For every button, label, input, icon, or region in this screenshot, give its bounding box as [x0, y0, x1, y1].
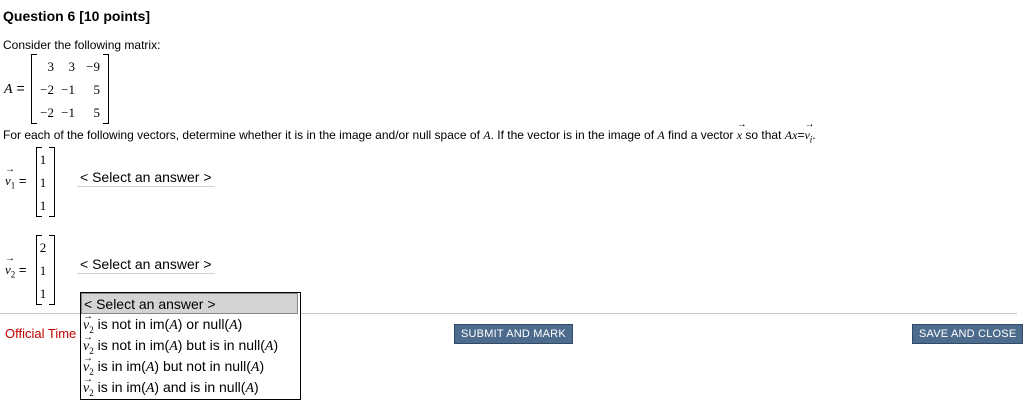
instructions-math: A [483, 128, 491, 142]
vector-equals: = [18, 173, 27, 188]
dropdown-option[interactable]: v2 is not in im(A) but is in null(A) [81, 327, 300, 356]
matrix-cell: −2 [40, 82, 54, 97]
option-text: ) [237, 316, 243, 332]
instructions-text: so that [742, 128, 785, 142]
matrix-cell: −1 [61, 105, 75, 120]
option-text: ) or null( [177, 316, 230, 332]
dropdown-option[interactable]: v2 is in im(A) but not in null(A) [81, 348, 300, 377]
matrix-right-bracket [103, 54, 109, 124]
option-text: is in im( [93, 358, 146, 374]
vector-cell: 1 [39, 286, 47, 301]
vector-v1-label: v1 = [5, 164, 27, 191]
instructions-text: . If the vector is in the image of [490, 128, 658, 142]
option-text: ) [254, 379, 259, 395]
instructions-equals: = [797, 128, 805, 142]
instructions-text: find a vector [664, 128, 737, 142]
vector-subscript: 1 [10, 180, 16, 191]
option-text: is not in im( [93, 316, 170, 332]
vector-right-bracket [49, 235, 55, 305]
option-text: ) and is in null( [154, 379, 246, 395]
matrix-cell: 5 [93, 105, 101, 120]
matrix-equals: = [16, 80, 25, 96]
vector-right-bracket [49, 147, 55, 217]
official-time-link[interactable]: Official Time [5, 326, 76, 341]
matrix-label: A = [4, 80, 25, 98]
option-text: ) [259, 358, 265, 374]
option-math: A [229, 318, 238, 333]
matrix-cell: 3 [47, 59, 55, 74]
option-text: is not in im( [93, 337, 170, 353]
vector-cell: 2 [39, 240, 47, 255]
answer-dropdown-list: < Select an answer > v2 is not in im(A) … [80, 292, 301, 400]
question-title: Question 6 [10 points] [3, 8, 151, 24]
dropdown-option[interactable]: v2 is not in im(A) or null(A) [81, 306, 300, 335]
vector-cell: 1 [39, 263, 47, 278]
matrix-symbol: A [4, 82, 13, 97]
option-vector: v [83, 369, 93, 399]
vector-cell: 1 [39, 152, 47, 167]
option-text: ) but not in null( [154, 358, 251, 374]
option-text: ) but is in null( [177, 337, 265, 353]
instructions-math: Ax [784, 128, 798, 142]
instructions-text: For each of the following vectors, deter… [3, 128, 484, 142]
instructions-math: A [657, 128, 665, 142]
vector-cell: 1 [39, 198, 47, 213]
option-math: A [245, 381, 255, 396]
matrix-cell: 3 [68, 59, 76, 74]
matrix-cell: −1 [61, 82, 75, 97]
vector-subscript: 2 [10, 269, 16, 280]
vector-symbol: v [5, 164, 15, 189]
instructions-text: . [812, 128, 816, 142]
answer-select-v1[interactable]: < Select an answer > [77, 168, 215, 187]
vector-v2-label: v2 = [5, 253, 27, 280]
answer-select-v2[interactable]: < Select an answer > [77, 255, 215, 274]
option-text: ) [273, 337, 279, 353]
submit-and-mark-button[interactable]: SUBMIT AND MARK [454, 324, 573, 344]
vector-equals: = [18, 262, 27, 277]
instructions: For each of the following vectors, deter… [3, 119, 816, 144]
matrix-cell: −2 [40, 105, 54, 120]
vector-symbol: v [5, 253, 15, 278]
save-and-close-button[interactable]: SAVE AND CLOSE [912, 324, 1024, 344]
dropdown-option[interactable]: v2 is in im(A) and is in null(A) [81, 369, 300, 399]
vector-cell: 1 [39, 175, 47, 190]
option-math: A [169, 318, 178, 333]
instructions-vector-x: x [737, 119, 748, 143]
question-intro: Consider the following matrix: [3, 38, 161, 52]
option-math: A [169, 339, 178, 354]
instructions-vector-v: v [804, 119, 815, 143]
matrix-cell: 5 [93, 82, 101, 97]
matrix-cell: −9 [86, 59, 100, 74]
option-text: is in im( [93, 379, 146, 395]
dropdown-option-placeholder[interactable]: < Select an answer > [81, 293, 298, 314]
